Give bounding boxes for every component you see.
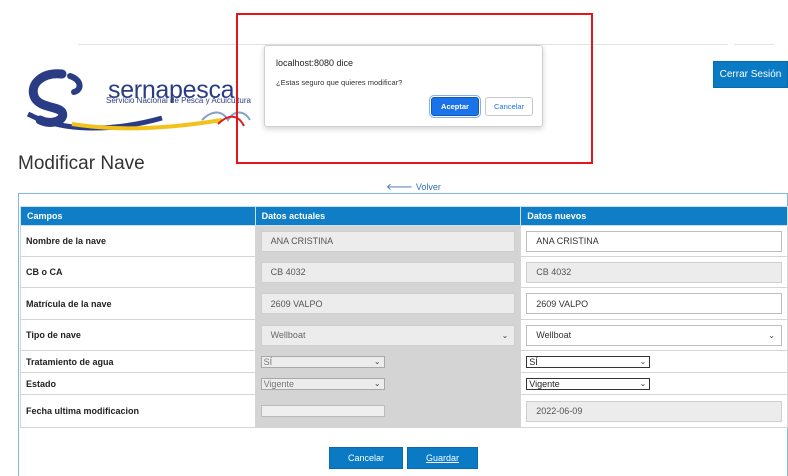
current-water-treatment-value: SÍ: [263, 356, 273, 367]
chevron-down-icon: ⌄: [373, 357, 381, 366]
new-ship-type-value: Wellboat: [536, 330, 572, 340]
logout-button[interactable]: Cerrar Sesión: [713, 61, 788, 88]
dialog-title: localhost:8080 dice: [276, 58, 354, 68]
row-label: Nombre de la nave: [20, 225, 256, 257]
row-label: Matrícula de la nave: [20, 287, 256, 320]
new-modified-date-field: 2022-06-09: [526, 400, 782, 422]
new-status-select[interactable]: Vigente ⌄: [526, 377, 651, 390]
new-cb-input[interactable]: CB 4032: [526, 261, 782, 283]
header-campos: Campos: [20, 206, 256, 226]
dialog-cancel-button[interactable]: Cancelar: [485, 97, 533, 116]
back-link[interactable]: 🡐 Volver: [386, 181, 441, 193]
row-label: Fecha ultima modificacion: [20, 394, 256, 428]
row-label: Tratamiento de agua: [20, 350, 256, 373]
chevron-down-icon: ⌄: [501, 330, 509, 340]
page-title: Modificar Nave: [18, 153, 145, 174]
table-row: Nombre de la nave ANA CRISTINA ANA CRIST…: [20, 225, 788, 257]
chevron-down-icon: ⌄: [639, 379, 647, 388]
new-registration-input[interactable]: 2609 VALPO: [526, 293, 782, 314]
arrow-left-icon: 🡐: [386, 182, 413, 193]
current-water-treatment-select: SÍ ⌄: [260, 355, 385, 368]
table-row: Fecha ultima modificacion 2022-06-09: [20, 394, 788, 428]
form-panel: Campos Datos actuales Datos nuevos Nombr…: [18, 193, 788, 476]
new-water-treatment-select[interactable]: SÍ ⌄: [526, 355, 651, 368]
new-status-value: Vigente: [529, 378, 560, 389]
current-status-select: Vigente ⌄: [260, 377, 385, 390]
chevron-down-icon: ⌄: [373, 379, 381, 388]
new-water-treatment-value: SÍ: [529, 356, 538, 367]
header-datos-nuevos: Datos nuevos: [520, 206, 788, 226]
current-modified-date-field: [260, 405, 385, 417]
cancel-button[interactable]: Cancelar: [329, 447, 403, 469]
current-ship-type-select: Wellboat ⌄: [260, 324, 516, 346]
current-registration-field: 2609 VALPO: [260, 293, 516, 314]
confirm-dialog: localhost:8080 dice ¿Estas seguro que qu…: [264, 45, 543, 127]
table-row: Estado Vigente ⌄ Vigente ⌄: [20, 372, 788, 395]
back-link-label: Volver: [415, 182, 441, 192]
chevron-down-icon: ⌄: [768, 330, 775, 340]
header-datos-actuales: Datos actuales: [254, 206, 522, 226]
new-ship-type-select[interactable]: Wellboat ⌄: [526, 324, 782, 346]
table-row: Tipo de nave Wellboat ⌄ Wellboat ⌄: [20, 319, 788, 351]
table-row: CB o CA CB 4032 CB 4032: [20, 256, 788, 288]
dialog-message: ¿Estas seguro que quieres modificar?: [276, 78, 403, 87]
current-cb-field: CB 4032: [260, 261, 516, 283]
table-row: Matrícula de la nave 2609 VALPO 2609 VAL…: [20, 287, 788, 320]
row-label: Estado: [20, 372, 256, 395]
table-row: Tratamiento de agua SÍ ⌄ SÍ ⌄: [20, 350, 788, 373]
new-ship-name-input[interactable]: ANA CRISTINA: [526, 230, 782, 252]
row-label: CB o CA: [20, 256, 256, 288]
current-ship-type-value: Wellboat: [270, 330, 306, 340]
ship-table: Campos Datos actuales Datos nuevos Nombr…: [20, 206, 788, 428]
current-status-value: Vigente: [263, 378, 294, 389]
current-ship-name-field: ANA CRISTINA: [260, 230, 516, 252]
top-divider-right: [734, 44, 774, 45]
row-label: Tipo de nave: [20, 319, 256, 351]
chevron-down-icon: ⌄: [639, 357, 647, 366]
dialog-accept-button[interactable]: Aceptar: [429, 95, 481, 118]
logo-subtitle: Servicio Nacional de Pesca y Acuicultura: [106, 96, 251, 105]
save-button[interactable]: Guardar: [407, 447, 478, 469]
